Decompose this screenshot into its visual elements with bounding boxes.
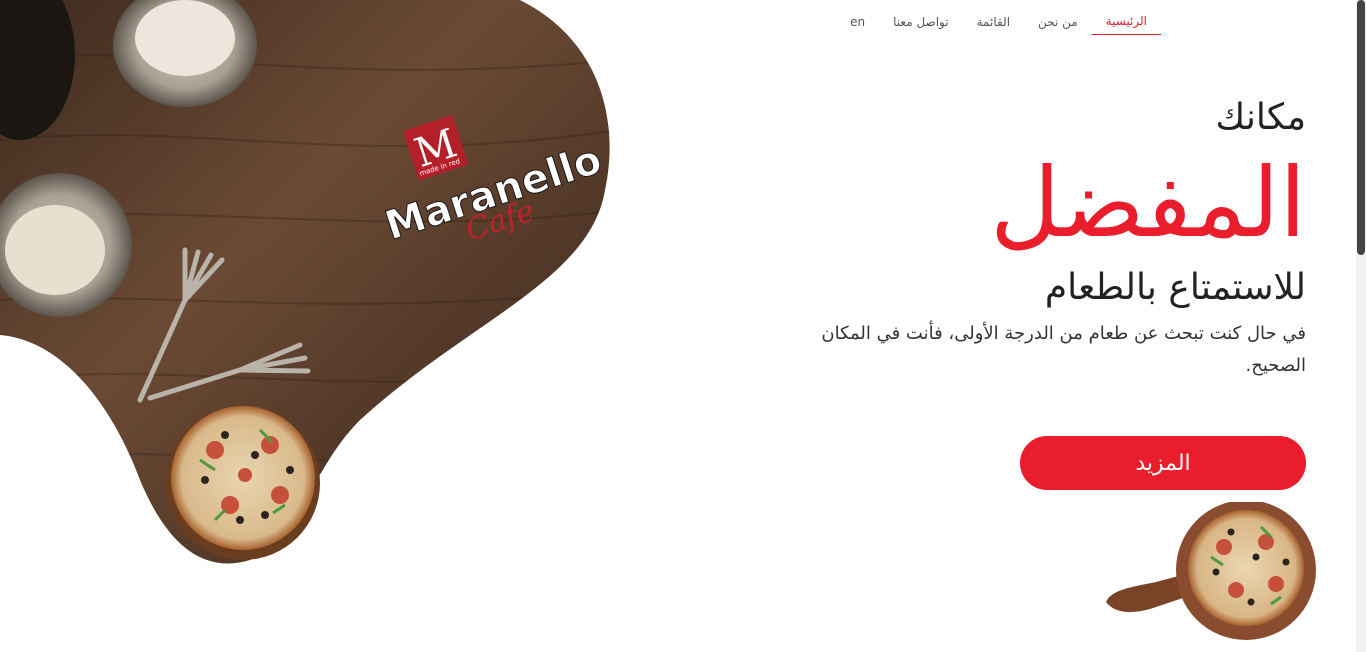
main-nav: الرئيسية من نحن القائمة تواصل معنا en — [836, 12, 1161, 35]
nav-home[interactable]: الرئيسية — [1091, 12, 1161, 35]
nav-about[interactable]: من نحن — [1024, 13, 1092, 35]
hero-food-image: M made in red Maranello Cafe — [0, 0, 610, 564]
landing-page: M made in red Maranello Cafe الرئيسية من… — [0, 0, 1356, 652]
hero-headline: المفضل — [990, 147, 1306, 259]
pizza-board-image — [1106, 502, 1316, 640]
scrollbar-thumb[interactable] — [1357, 0, 1365, 255]
hero-kicker: مكانك — [1215, 97, 1307, 138]
nav-menu[interactable]: القائمة — [963, 13, 1024, 35]
nav-language-switch[interactable]: en — [836, 13, 879, 35]
page-scrollbar[interactable] — [1356, 0, 1366, 652]
hero-subhead: للاستمتاع بالطعام — [1044, 267, 1306, 308]
more-button[interactable]: المزيد — [1020, 436, 1306, 490]
hero-text-block: مكانك المفضل للاستمتاع بالطعام في حال كن… — [806, 88, 1306, 382]
hero-description: في حال كنت تبحث عن طعام من الدرجة الأولى… — [821, 323, 1306, 376]
nav-contact[interactable]: تواصل معنا — [879, 13, 962, 35]
